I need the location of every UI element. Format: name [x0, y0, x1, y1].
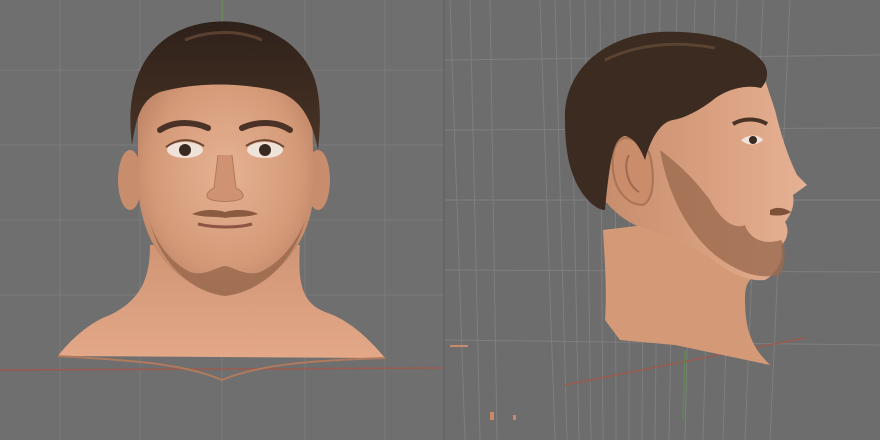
side-viewport-canvas[interactable] — [445, 0, 880, 440]
front-viewport-canvas[interactable] — [0, 0, 445, 440]
side-viewport[interactable] — [445, 0, 880, 440]
stray-vertices — [450, 345, 516, 420]
side-head-model[interactable] — [564, 31, 807, 365]
3d-editor-viewports[interactable] — [0, 0, 880, 440]
right-eye — [245, 139, 285, 158]
x-axis-line — [0, 367, 445, 371]
front-head-model[interactable] — [57, 21, 386, 382]
left-eye — [165, 139, 205, 158]
z-axis-line — [682, 349, 686, 421]
front-viewport[interactable] — [0, 0, 445, 440]
